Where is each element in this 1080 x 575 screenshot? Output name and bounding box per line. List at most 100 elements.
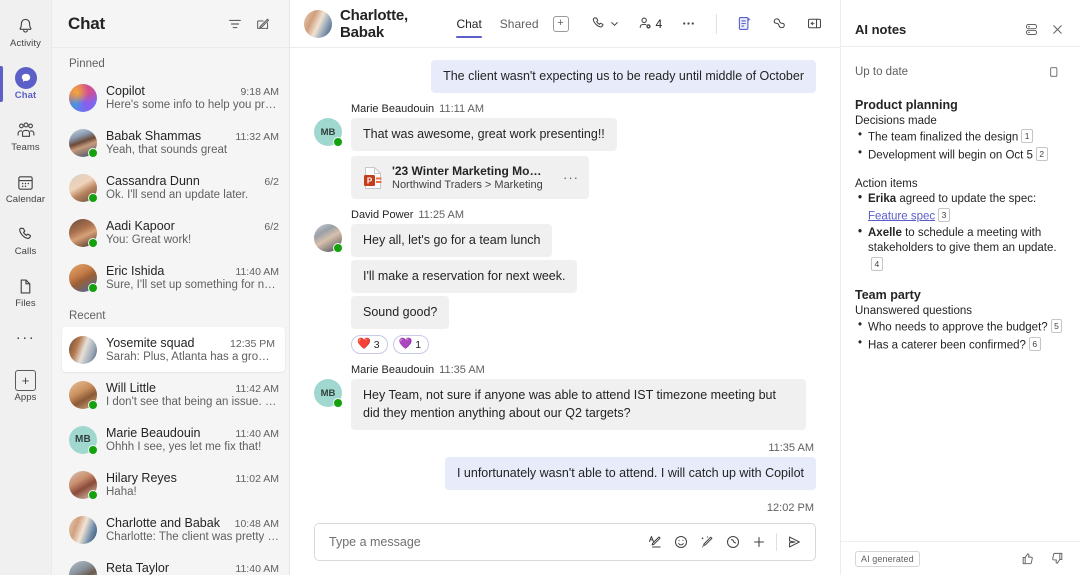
notes-list: The team finalized the design1 Developme… bbox=[855, 128, 1066, 164]
avatar bbox=[69, 83, 97, 112]
notes-item-bold: Axelle bbox=[868, 226, 902, 239]
sidebar-item-label: Calls bbox=[14, 246, 37, 257]
reaction-purple-heart[interactable]: 💜 1 bbox=[392, 335, 430, 354]
thumbs-down-icon[interactable] bbox=[1044, 546, 1070, 572]
people-count: 4 bbox=[655, 16, 663, 31]
tab-shared[interactable]: Shared bbox=[492, 4, 547, 43]
notes-group-subheading: Unanswered questions bbox=[855, 304, 972, 317]
message-input[interactable]: Type a message bbox=[329, 535, 642, 549]
conversation-pane: Charlotte, Babak Chat Shared + 4 The cli… bbox=[290, 0, 840, 575]
message-outgoing: The client wasn't expecting us to be rea… bbox=[314, 60, 816, 93]
sidebar-item-calls[interactable]: Calls bbox=[0, 214, 52, 266]
compose-area: Type a message bbox=[290, 515, 840, 575]
chat-list-scroll[interactable]: Pinned Copilot 9:18 AM Here's some info … bbox=[52, 48, 289, 575]
avatar bbox=[69, 218, 98, 248]
presence-badge bbox=[88, 444, 98, 455]
copilot-compose-icon[interactable] bbox=[720, 529, 746, 555]
list-item[interactable]: Cassandra Dunn 6/2 Ok. I'll send an upda… bbox=[52, 165, 289, 210]
list-item[interactable]: Will Little 11:42 AM I don't see that be… bbox=[52, 372, 289, 417]
list-item[interactable]: Copilot 9:18 AM Here's some info to help… bbox=[52, 75, 289, 120]
list-item[interactable]: Charlotte and Babak 10:48 AM Charlotte: … bbox=[52, 507, 289, 552]
presence-badge bbox=[88, 147, 98, 158]
copilot-icon[interactable] bbox=[766, 9, 793, 39]
section-label-recent: Recent bbox=[69, 310, 106, 322]
presence-badge bbox=[333, 243, 343, 253]
sticker-icon[interactable] bbox=[694, 529, 720, 555]
citation-badge[interactable]: 4 bbox=[871, 256, 883, 271]
list-item[interactable]: Babak Shammas 11:32 AM Yeah, that sounds… bbox=[52, 120, 289, 165]
citation-badge[interactable]: 5 bbox=[1050, 318, 1063, 333]
chat-preview: Ohhh I see, yes let me fix that! bbox=[106, 441, 262, 453]
avatar bbox=[69, 470, 98, 500]
sidebar-item-calendar[interactable]: Calendar bbox=[0, 162, 52, 214]
message-compose-box[interactable]: Type a message bbox=[314, 523, 816, 561]
notes-item-bold: Erika bbox=[868, 193, 897, 205]
open-panel-icon[interactable] bbox=[801, 9, 828, 39]
tab-chat[interactable]: Chat bbox=[448, 4, 489, 43]
list-item[interactable]: MB Marie Beaudouin 11:40 AM Ohhh I see, … bbox=[52, 417, 289, 462]
emoji-icon[interactable] bbox=[668, 529, 694, 555]
sidebar-item-activity[interactable]: Activity bbox=[0, 6, 52, 58]
list-item[interactable]: Hilary Reyes 11:02 AM Haha! bbox=[52, 462, 289, 507]
compose-divider bbox=[776, 533, 777, 551]
file-card[interactable]: P '23 Winter Marketing Moment Northwind … bbox=[351, 156, 589, 199]
more-horizontal-icon[interactable] bbox=[675, 9, 702, 39]
ai-notes-icon[interactable] bbox=[731, 9, 758, 39]
send-icon[interactable] bbox=[781, 529, 807, 555]
reaction-count: 3 bbox=[373, 338, 380, 351]
apps-icon: + bbox=[15, 369, 36, 391]
chat-time: 11:02 AM bbox=[235, 473, 279, 485]
message-author: David Power bbox=[351, 209, 414, 221]
compose-icon[interactable] bbox=[249, 10, 277, 38]
message-group: Marie Beaudouin 11:35 AM MB Hey Team, not… bbox=[314, 364, 816, 430]
plus-icon[interactable] bbox=[746, 529, 772, 555]
chat-name: Babak Shammas bbox=[106, 129, 202, 143]
powerpoint-icon: P bbox=[363, 166, 383, 190]
message-author: Marie Beaudouin bbox=[351, 364, 435, 376]
reaction-heart[interactable]: ❤️ 3 bbox=[351, 335, 388, 354]
close-icon[interactable] bbox=[1044, 16, 1070, 42]
file-more-icon[interactable]: ··· bbox=[559, 170, 579, 185]
notes-section: Team party Unanswered questions Who need… bbox=[855, 288, 1066, 354]
sidebar-item-chat[interactable]: Chat bbox=[0, 58, 52, 110]
list-item[interactable]: Eric Ishida 11:40 AM Sure, I'll set up s… bbox=[52, 255, 289, 300]
chat-time: 6/2 bbox=[264, 221, 279, 233]
chat-time: 11:40 AM bbox=[235, 266, 279, 278]
citation-badge[interactable]: 2 bbox=[1035, 147, 1048, 161]
file-name: '23 Winter Marketing Moment bbox=[392, 164, 550, 178]
message-meta: David Power 11:25 AM bbox=[351, 209, 816, 221]
sidebar-item-label: Calendar bbox=[5, 194, 46, 205]
chat-name: Charlotte and Babak bbox=[106, 516, 220, 530]
chat-time: 11:40 AM bbox=[235, 428, 279, 440]
chat-time: 12:35 PM bbox=[230, 338, 275, 350]
notes-item-text: agreed to update the spec: bbox=[896, 193, 1037, 205]
sidebar-item-files[interactable]: Files bbox=[0, 266, 52, 318]
citation-badge[interactable]: 6 bbox=[1028, 336, 1041, 351]
notes-item-text: Development will begin on Oct 5 bbox=[868, 149, 1033, 162]
list-item[interactable]: Reta Taylor 11:40 AM Ah, ok I understand… bbox=[52, 552, 289, 575]
ai-notes-title: AI notes bbox=[855, 21, 907, 37]
people-button[interactable]: 4 bbox=[632, 9, 668, 39]
message-list[interactable]: The client wasn't expecting us to be rea… bbox=[290, 48, 840, 515]
filter-icon[interactable] bbox=[221, 10, 249, 38]
copy-icon[interactable] bbox=[1040, 59, 1066, 85]
list-item[interactable]: Aadi Kapoor 6/2 You: Great work! bbox=[52, 210, 289, 255]
message-bubble: I'll make a reservation for next week. bbox=[351, 260, 578, 293]
citation-badge[interactable]: 1 bbox=[1021, 129, 1033, 143]
list-item[interactable]: Yosemite squad 12:35 PM Sarah: Plus, Atl… bbox=[62, 327, 285, 372]
heart-icon: ❤️ bbox=[357, 338, 371, 350]
avatar bbox=[69, 335, 97, 364]
citation-badge[interactable]: 3 bbox=[938, 207, 950, 222]
more-apps-button[interactable]: ··· bbox=[0, 318, 52, 356]
chat-list-header: Chat bbox=[52, 0, 289, 48]
sidebar-item-teams[interactable]: Teams bbox=[0, 110, 52, 162]
thumbs-up-icon[interactable] bbox=[1014, 546, 1040, 572]
call-button[interactable] bbox=[585, 9, 624, 39]
layout-icon[interactable] bbox=[1018, 16, 1044, 42]
feature-spec-link[interactable]: Feature spec bbox=[868, 210, 935, 222]
sidebar-item-apps[interactable]: + Apps bbox=[0, 360, 52, 412]
format-icon[interactable] bbox=[642, 529, 668, 555]
ai-generated-badge: AI generated bbox=[855, 550, 920, 567]
add-tab-button[interactable]: + bbox=[552, 15, 569, 32]
notes-group-subheading: Decisions made bbox=[855, 115, 937, 127]
